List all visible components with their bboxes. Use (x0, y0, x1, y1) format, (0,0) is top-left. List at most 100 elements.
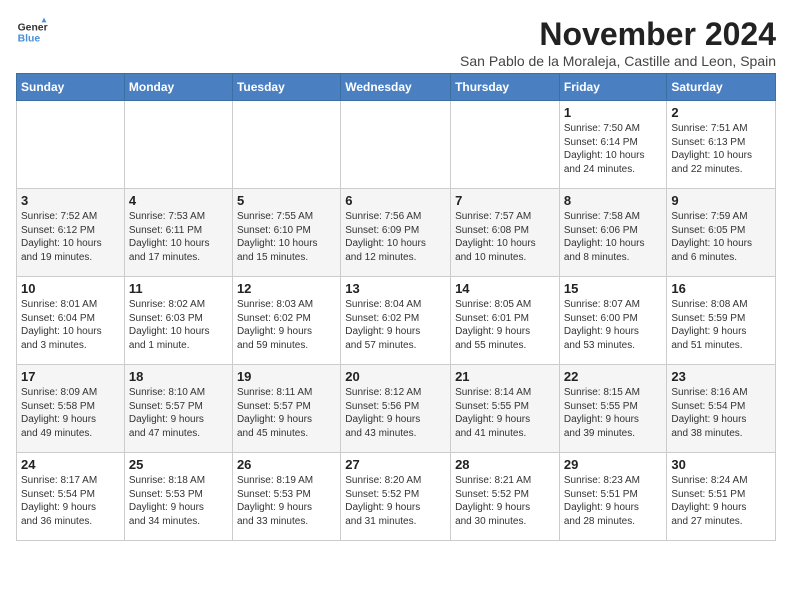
calendar-cell: 30 Sunrise: 8:24 AM Sunset: 5:51 PM Dayli… (667, 453, 776, 541)
month-title: November 2024 (460, 16, 776, 53)
day-number: 27 (345, 457, 446, 472)
calendar-cell: 12 Sunrise: 8:03 AM Sunset: 6:02 PM Dayli… (232, 277, 340, 365)
day-info: Sunrise: 8:17 AM Sunset: 5:54 PM Dayligh… (21, 474, 120, 528)
day-info: Sunrise: 7:53 AM Sunset: 6:11 PM Dayligh… (129, 210, 228, 264)
calendar-cell: 21 Sunrise: 8:14 AM Sunset: 5:55 PM Dayli… (451, 365, 560, 453)
calendar-table: SundayMondayTuesdayWednesdayThursdayFrid… (16, 73, 776, 541)
day-info: Sunrise: 8:14 AM Sunset: 5:55 PM Dayligh… (455, 386, 555, 440)
day-info: Sunrise: 7:56 AM Sunset: 6:09 PM Dayligh… (345, 210, 446, 264)
day-info: Sunrise: 7:51 AM Sunset: 6:13 PM Dayligh… (671, 122, 771, 176)
calendar-cell: 17 Sunrise: 8:09 AM Sunset: 5:58 PM Dayli… (17, 365, 125, 453)
calendar-week-row: 10 Sunrise: 8:01 AM Sunset: 6:04 PM Dayli… (17, 277, 776, 365)
day-number: 23 (671, 369, 771, 384)
day-info: Sunrise: 7:55 AM Sunset: 6:10 PM Dayligh… (237, 210, 336, 264)
calendar-cell: 7Sunrise: 7:57 AM Sunset: 6:08 PM Daylig… (451, 189, 560, 277)
calendar-cell: 3 Sunrise: 7:52 AM Sunset: 6:12 PM Daylig… (17, 189, 125, 277)
day-number: 29 (564, 457, 663, 472)
calendar-cell: 6 Sunrise: 7:56 AM Sunset: 6:09 PM Daylig… (341, 189, 451, 277)
calendar-cell: 20Sunrise: 8:12 AM Sunset: 5:56 PM Dayli… (341, 365, 451, 453)
day-number: 24 (21, 457, 120, 472)
calendar-cell: 26 Sunrise: 8:19 AM Sunset: 5:53 PM Dayli… (232, 453, 340, 541)
day-number: 4 (129, 193, 228, 208)
weekday-header: Monday (124, 74, 232, 101)
day-info: Sunrise: 8:19 AM Sunset: 5:53 PM Dayligh… (237, 474, 336, 528)
day-info: Sunrise: 8:01 AM Sunset: 6:04 PM Dayligh… (21, 298, 120, 352)
title-area: November 2024 San Pablo de la Moraleja, … (460, 16, 776, 69)
header: General Blue November 2024 San Pablo de … (16, 16, 776, 69)
calendar-cell: 11 Sunrise: 8:02 AM Sunset: 6:03 PM Dayli… (124, 277, 232, 365)
day-number: 26 (237, 457, 336, 472)
day-number: 11 (129, 281, 228, 296)
day-number: 21 (455, 369, 555, 384)
day-number: 10 (21, 281, 120, 296)
calendar-week-row: 17 Sunrise: 8:09 AM Sunset: 5:58 PM Dayli… (17, 365, 776, 453)
weekday-header: Friday (559, 74, 667, 101)
day-number: 2 (671, 105, 771, 120)
day-info: Sunrise: 8:16 AM Sunset: 5:54 PM Dayligh… (671, 386, 771, 440)
weekday-header: Tuesday (232, 74, 340, 101)
calendar-cell: 22 Sunrise: 8:15 AM Sunset: 5:55 PM Dayli… (559, 365, 667, 453)
calendar-cell: 10 Sunrise: 8:01 AM Sunset: 6:04 PM Dayli… (17, 277, 125, 365)
calendar-cell: 4 Sunrise: 7:53 AM Sunset: 6:11 PM Daylig… (124, 189, 232, 277)
svg-text:Blue: Blue (18, 34, 41, 45)
calendar-cell: 25Sunrise: 8:18 AM Sunset: 5:53 PM Dayli… (124, 453, 232, 541)
day-info: Sunrise: 8:07 AM Sunset: 6:00 PM Dayligh… (564, 298, 663, 352)
day-info: Sunrise: 8:24 AM Sunset: 5:51 PM Dayligh… (671, 474, 771, 528)
day-info: Sunrise: 8:10 AM Sunset: 5:57 PM Dayligh… (129, 386, 228, 440)
day-info: Sunrise: 8:21 AM Sunset: 5:52 PM Dayligh… (455, 474, 555, 528)
logo-icon: General Blue (16, 16, 48, 48)
day-info: Sunrise: 8:23 AM Sunset: 5:51 PM Dayligh… (564, 474, 663, 528)
day-info: Sunrise: 8:03 AM Sunset: 6:02 PM Dayligh… (237, 298, 336, 352)
day-info: Sunrise: 7:58 AM Sunset: 6:06 PM Dayligh… (564, 210, 663, 264)
calendar-cell (341, 101, 451, 189)
day-info: Sunrise: 8:08 AM Sunset: 5:59 PM Dayligh… (671, 298, 771, 352)
day-info: Sunrise: 8:02 AM Sunset: 6:03 PM Dayligh… (129, 298, 228, 352)
day-info: Sunrise: 8:11 AM Sunset: 5:57 PM Dayligh… (237, 386, 336, 440)
day-info: Sunrise: 8:18 AM Sunset: 5:53 PM Dayligh… (129, 474, 228, 528)
day-number: 8 (564, 193, 663, 208)
calendar-cell: 18 Sunrise: 8:10 AM Sunset: 5:57 PM Dayli… (124, 365, 232, 453)
day-info: Sunrise: 7:50 AM Sunset: 6:14 PM Dayligh… (564, 122, 663, 176)
day-number: 9 (671, 193, 771, 208)
day-number: 20 (345, 369, 446, 384)
day-info: Sunrise: 8:09 AM Sunset: 5:58 PM Dayligh… (21, 386, 120, 440)
calendar-cell: 27 Sunrise: 8:20 AM Sunset: 5:52 PM Dayli… (341, 453, 451, 541)
calendar-cell: 15 Sunrise: 8:07 AM Sunset: 6:00 PM Dayli… (559, 277, 667, 365)
weekday-header: Sunday (17, 74, 125, 101)
svg-text:General: General (18, 22, 48, 33)
calendar-cell: 13Sunrise: 8:04 AM Sunset: 6:02 PM Dayli… (341, 277, 451, 365)
day-number: 13 (345, 281, 446, 296)
calendar-cell (451, 101, 560, 189)
calendar-cell: 2 Sunrise: 7:51 AM Sunset: 6:13 PM Daylig… (667, 101, 776, 189)
day-number: 22 (564, 369, 663, 384)
day-number: 12 (237, 281, 336, 296)
day-number: 6 (345, 193, 446, 208)
day-number: 17 (21, 369, 120, 384)
day-info: Sunrise: 7:57 AM Sunset: 6:08 PM Dayligh… (455, 210, 555, 264)
calendar-week-row: 24 Sunrise: 8:17 AM Sunset: 5:54 PM Dayli… (17, 453, 776, 541)
day-number: 19 (237, 369, 336, 384)
day-number: 16 (671, 281, 771, 296)
day-info: Sunrise: 8:15 AM Sunset: 5:55 PM Dayligh… (564, 386, 663, 440)
day-number: 30 (671, 457, 771, 472)
calendar-cell: 23 Sunrise: 8:16 AM Sunset: 5:54 PM Dayli… (667, 365, 776, 453)
weekday-header: Saturday (667, 74, 776, 101)
day-number: 3 (21, 193, 120, 208)
calendar-cell (124, 101, 232, 189)
day-number: 18 (129, 369, 228, 384)
weekday-header-row: SundayMondayTuesdayWednesdayThursdayFrid… (17, 74, 776, 101)
calendar-week-row: 1Sunrise: 7:50 AM Sunset: 6:14 PM Daylig… (17, 101, 776, 189)
calendar-cell: 1Sunrise: 7:50 AM Sunset: 6:14 PM Daylig… (559, 101, 667, 189)
calendar-week-row: 3 Sunrise: 7:52 AM Sunset: 6:12 PM Daylig… (17, 189, 776, 277)
day-info: Sunrise: 8:20 AM Sunset: 5:52 PM Dayligh… (345, 474, 446, 528)
calendar-cell (232, 101, 340, 189)
calendar-cell: 14Sunrise: 8:05 AM Sunset: 6:01 PM Dayli… (451, 277, 560, 365)
day-number: 15 (564, 281, 663, 296)
calendar-cell: 8 Sunrise: 7:58 AM Sunset: 6:06 PM Daylig… (559, 189, 667, 277)
day-number: 28 (455, 457, 555, 472)
logo: General Blue (16, 16, 48, 48)
day-info: Sunrise: 7:52 AM Sunset: 6:12 PM Dayligh… (21, 210, 120, 264)
weekday-header: Wednesday (341, 74, 451, 101)
calendar-cell: 29 Sunrise: 8:23 AM Sunset: 5:51 PM Dayli… (559, 453, 667, 541)
weekday-header: Thursday (451, 74, 560, 101)
